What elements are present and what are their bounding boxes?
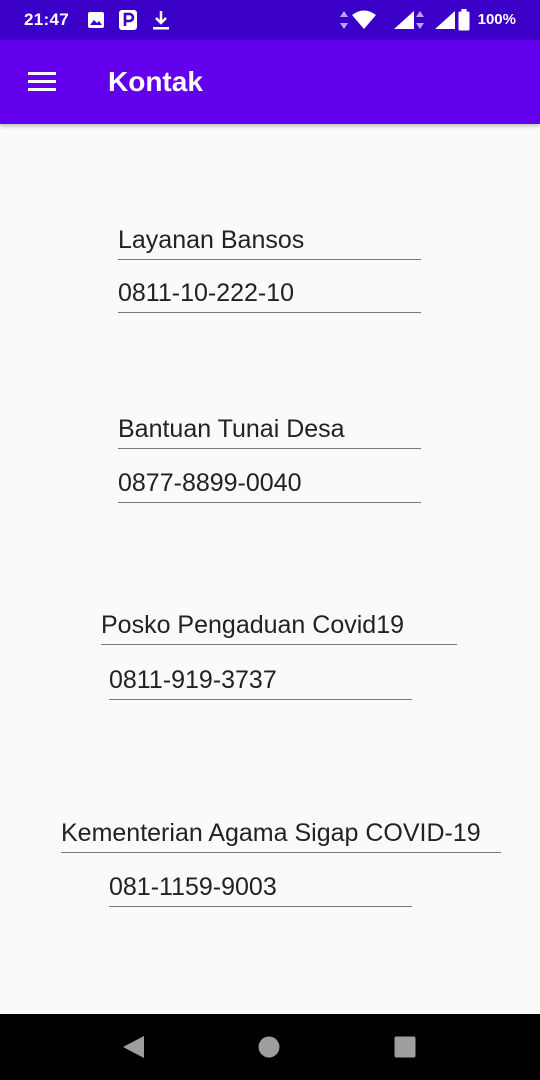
signal-icon	[433, 10, 457, 35]
contact-phone[interactable]: 0877-8899-0040	[118, 469, 421, 503]
image-icon	[87, 11, 105, 34]
contact-phone[interactable]: 0811-10-222-10	[118, 279, 421, 313]
hamburger-menu-icon[interactable]	[18, 60, 66, 104]
navigation-bar	[0, 1014, 540, 1080]
battery-icon	[458, 9, 470, 36]
contact-name: Bantuan Tunai Desa	[118, 415, 421, 449]
download-icon	[150, 9, 172, 36]
contact-name: Posko Pengaduan Covid19	[101, 611, 457, 645]
back-icon[interactable]	[120, 1034, 146, 1065]
status-bar: 21:47 100%	[0, 0, 540, 40]
contact-name: Kementerian Agama Sigap COVID-19	[61, 819, 501, 853]
battery-percentage: 100%	[477, 11, 516, 28]
contact-phone[interactable]: 0811-919-3737	[109, 666, 412, 700]
home-icon[interactable]	[258, 1036, 280, 1063]
contact-phone[interactable]: 081-1159-9003	[109, 873, 412, 907]
status-time: 21:47	[24, 10, 69, 29]
recents-icon[interactable]	[394, 1036, 416, 1063]
data-arrows-icon	[338, 10, 350, 35]
data-arrows-icon	[415, 10, 425, 35]
app-bar: Kontak	[0, 40, 540, 124]
signal-icon	[392, 10, 416, 35]
page-title: Kontak	[108, 66, 203, 97]
parking-icon	[119, 10, 137, 35]
contact-name: Layanan Bansos	[118, 226, 421, 260]
wifi-icon	[351, 10, 377, 35]
